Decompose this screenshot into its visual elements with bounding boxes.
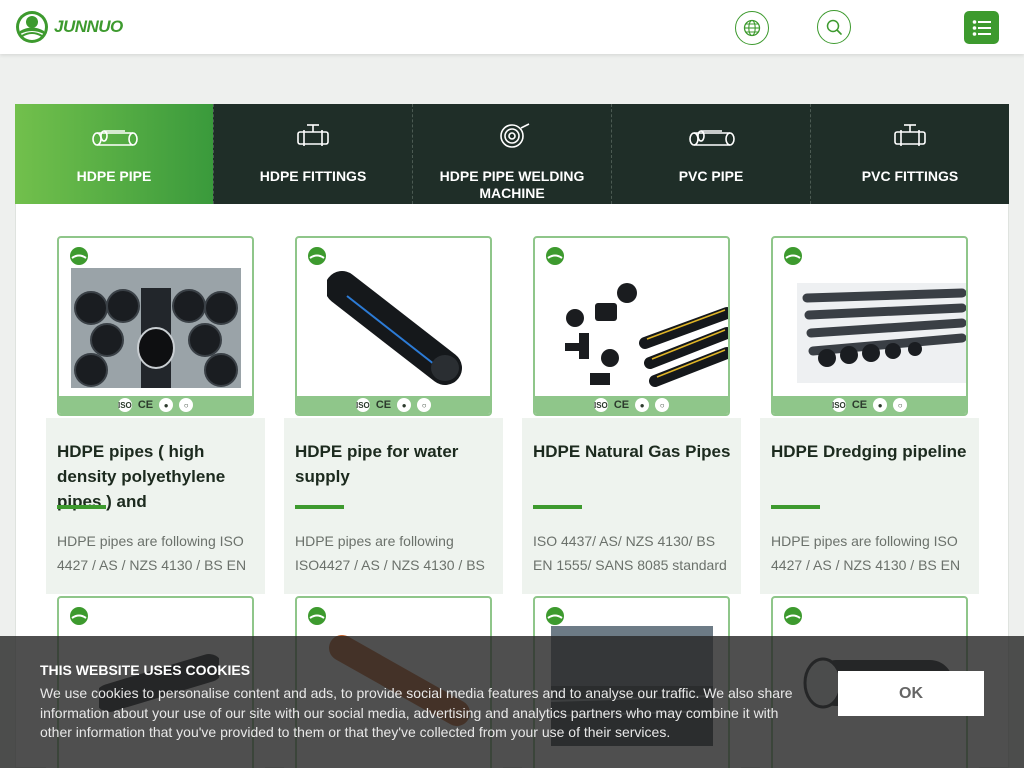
cookie-ok-button[interactable]: OK (838, 671, 984, 716)
globe-icon (743, 19, 761, 37)
cookie-banner: THIS WEBSITE USES COOKIES We use cookies… (0, 636, 1024, 768)
pipe-stack-photo (71, 268, 241, 388)
tab-hdpe-pipe[interactable]: HDPE PIPE (15, 104, 213, 204)
junnuo-logo-icon (784, 247, 802, 265)
title-underline (57, 505, 106, 509)
tab-hdpe-fittings[interactable]: HDPE FITTINGS (213, 104, 412, 204)
product-title[interactable]: HDPE pipes ( high density polyethylene p… (57, 439, 257, 514)
product-title[interactable]: HDPE Dredging pipeline (771, 439, 971, 464)
search-icon (826, 19, 842, 35)
tab-hdpe-pipe-welding-machine[interactable]: HDPE PIPE WELDING MACHINE (412, 104, 611, 204)
pipe-icon (92, 130, 138, 146)
cookie-title: THIS WEBSITE USES COOKIES (40, 662, 251, 678)
junnuo-logo-icon (546, 607, 564, 625)
junnuo-logo-icon (546, 247, 564, 265)
menu-button[interactable] (964, 11, 999, 44)
tab-label: HDPE FITTINGS (259, 168, 367, 184)
title-underline (533, 505, 582, 509)
product-title[interactable]: HDPE pipe for water supply (295, 439, 495, 489)
junnuo-logo-icon (70, 247, 88, 265)
dredging-pipeline-photo (797, 283, 966, 383)
junnuo-logo-icon (784, 607, 802, 625)
product-card[interactable]: ISO CE ● ○ HDPE pipes ( high density polyet… (46, 234, 265, 594)
product-title[interactable]: HDPE Natural Gas Pipes (533, 439, 733, 464)
product-description: HDPE pipes are following ISO 4427 / AS /… (57, 533, 247, 573)
cookie-text: We use cookies to personalise content an… (40, 685, 793, 740)
junnuo-logo-icon (16, 11, 48, 43)
fitting-icon (297, 124, 329, 146)
category-tabs: HDPE PIPE HDPE FITTINGS HDPE PIPE WELDIN… (15, 104, 1009, 204)
product-card[interactable]: ISO CE ● ○ HDPE Natural Gas Pipes ISO 4437/… (522, 234, 741, 594)
tab-label: PVC PIPE (678, 168, 744, 184)
blue-stripe-pipe-photo (327, 271, 462, 385)
brand-logo[interactable]: JUNNUO (15, 10, 123, 44)
product-card[interactable]: ISO CE ● ○ HDPE pipe for water supply HDPE … (284, 234, 503, 594)
junnuo-logo-icon (308, 607, 326, 625)
pipe-icon (689, 130, 735, 146)
product-card[interactable]: ISO CE ● ○ HDPE Dredging pipeline HDPE pipe… (760, 234, 979, 594)
gas-pipe-fittings-photo (565, 283, 728, 387)
tab-pvc-pipe[interactable]: PVC PIPE (611, 104, 810, 204)
tab-label: HDPE PIPE WELDING MACHINE (439, 168, 585, 201)
junnuo-logo-icon (308, 247, 326, 265)
tab-label: HDPE PIPE (76, 168, 152, 184)
product-image[interactable]: ISO CE ● ○ (46, 234, 265, 418)
product-image[interactable]: ISO CE ● ○ (284, 234, 503, 418)
search-button[interactable] (817, 10, 851, 44)
product-image[interactable]: ISO CE ● ○ (522, 234, 741, 418)
junnuo-logo-icon (70, 607, 88, 625)
product-description: HDPE pipes are following ISO 4427 / AS /… (771, 533, 961, 573)
product-description: ISO 4437/ AS/ NZS 4130/ BS EN 1555/ SANS… (533, 533, 727, 573)
site-header: JUNNUO (0, 0, 1024, 54)
list-menu-icon (972, 19, 991, 36)
tab-label: PVC FITTINGS (861, 168, 959, 184)
language-button[interactable] (735, 11, 769, 45)
title-underline (295, 505, 344, 509)
product-image[interactable]: ISO CE ● ○ (760, 234, 979, 418)
tab-pvc-fittings[interactable]: PVC FITTINGS (810, 104, 1009, 204)
product-description: HDPE pipes are following ISO4427 / AS / … (295, 533, 485, 573)
fitting-icon (894, 124, 926, 146)
brand-name: JUNNUO (54, 17, 123, 36)
pipe-coil-icon (500, 123, 530, 148)
title-underline (771, 505, 820, 509)
